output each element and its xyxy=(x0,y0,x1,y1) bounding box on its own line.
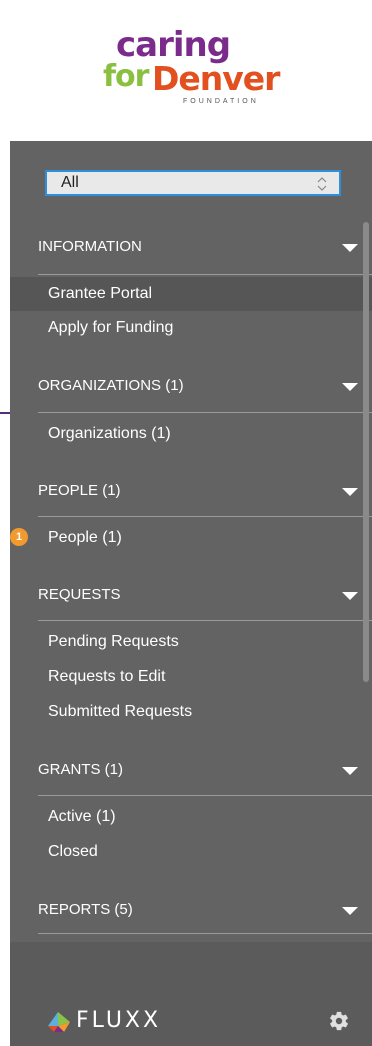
nav-item-label: People (1) xyxy=(48,529,122,546)
nav-item-label: Pending Requests xyxy=(48,633,179,650)
divider xyxy=(38,274,372,275)
section-reports[interactable]: REPORTS (5) xyxy=(10,891,372,931)
filter-select-value: All xyxy=(61,174,79,191)
logo-denver-text: Denver xyxy=(152,59,280,98)
section-people[interactable]: PEOPLE (1) xyxy=(10,472,372,512)
divider xyxy=(38,933,372,934)
caret-down-icon xyxy=(342,488,358,496)
fluxx-wordmark: FLUXX xyxy=(76,1008,162,1033)
nav-item-people[interactable]: People (1) xyxy=(10,521,372,555)
gear-icon[interactable] xyxy=(328,1010,350,1032)
nav-item-label: Grantee Portal xyxy=(48,285,153,302)
divider-mark xyxy=(0,412,10,414)
logo-caring-text: caring xyxy=(116,25,231,65)
nav-item-label: Organizations (1) xyxy=(48,425,171,442)
divider xyxy=(38,620,372,621)
sidebar-footer: FLUXX xyxy=(10,942,372,1046)
nav-item-label: Submitted Requests xyxy=(48,703,193,720)
sidebar-scrollbar[interactable] xyxy=(363,222,369,682)
logo-foundation-text: FOUNDATION xyxy=(183,98,259,105)
divider xyxy=(38,795,372,796)
nav-item-label: Active (1) xyxy=(48,808,116,825)
section-organizations[interactable]: ORGANIZATIONS (1) xyxy=(10,367,372,407)
filter-select[interactable]: All xyxy=(45,170,341,196)
caring-for-denver-logo: caring for Denver FOUNDATION xyxy=(0,0,372,140)
section-requests-label: REQUESTS xyxy=(38,586,121,603)
nav-item-label: Closed xyxy=(48,843,98,860)
nav-item-submitted-requests[interactable]: Submitted Requests xyxy=(10,695,372,729)
divider xyxy=(38,516,372,517)
caret-down-icon xyxy=(342,767,358,775)
section-reports-label: REPORTS (5) xyxy=(38,901,133,918)
notification-badge: 1 xyxy=(10,528,28,546)
nav-item-requests-to-edit[interactable]: Requests to Edit xyxy=(10,660,372,694)
section-requests[interactable]: REQUESTS xyxy=(10,576,372,616)
nav-item-label: Apply for Funding xyxy=(48,319,174,336)
section-grants[interactable]: GRANTS (1) xyxy=(10,751,372,791)
nav-item-pending-requests[interactable]: Pending Requests xyxy=(10,625,372,659)
select-chevron-icon xyxy=(317,177,327,191)
nav-item-label: Requests to Edit xyxy=(48,668,166,685)
nav-item-closed-grants[interactable]: Closed xyxy=(10,835,372,869)
section-organizations-label: ORGANIZATIONS (1) xyxy=(38,377,184,394)
caret-down-icon xyxy=(342,244,358,252)
section-people-label: PEOPLE (1) xyxy=(38,482,121,499)
nav-item-organizations[interactable]: Organizations (1) xyxy=(10,417,372,451)
caret-down-icon xyxy=(342,592,358,600)
divider xyxy=(38,412,372,413)
nav-item-active-grants[interactable]: Active (1) xyxy=(10,800,372,834)
caret-down-icon xyxy=(342,907,358,915)
section-information-label: INFORMATION xyxy=(38,238,142,255)
nav-item-apply-for-funding[interactable]: Apply for Funding xyxy=(10,311,372,345)
logo-for-text: for xyxy=(103,59,149,94)
fluxx-logo: FLUXX xyxy=(46,1008,176,1034)
nav-item-grantee-portal[interactable]: Grantee Portal xyxy=(10,277,372,311)
fluxx-icon xyxy=(48,1012,70,1032)
section-grants-label: GRANTS (1) xyxy=(38,761,124,778)
section-information[interactable]: INFORMATION xyxy=(10,228,372,268)
caret-down-icon xyxy=(342,383,358,391)
sidebar-panel: All INFORMATION Grantee Portal Apply for… xyxy=(10,141,372,1046)
